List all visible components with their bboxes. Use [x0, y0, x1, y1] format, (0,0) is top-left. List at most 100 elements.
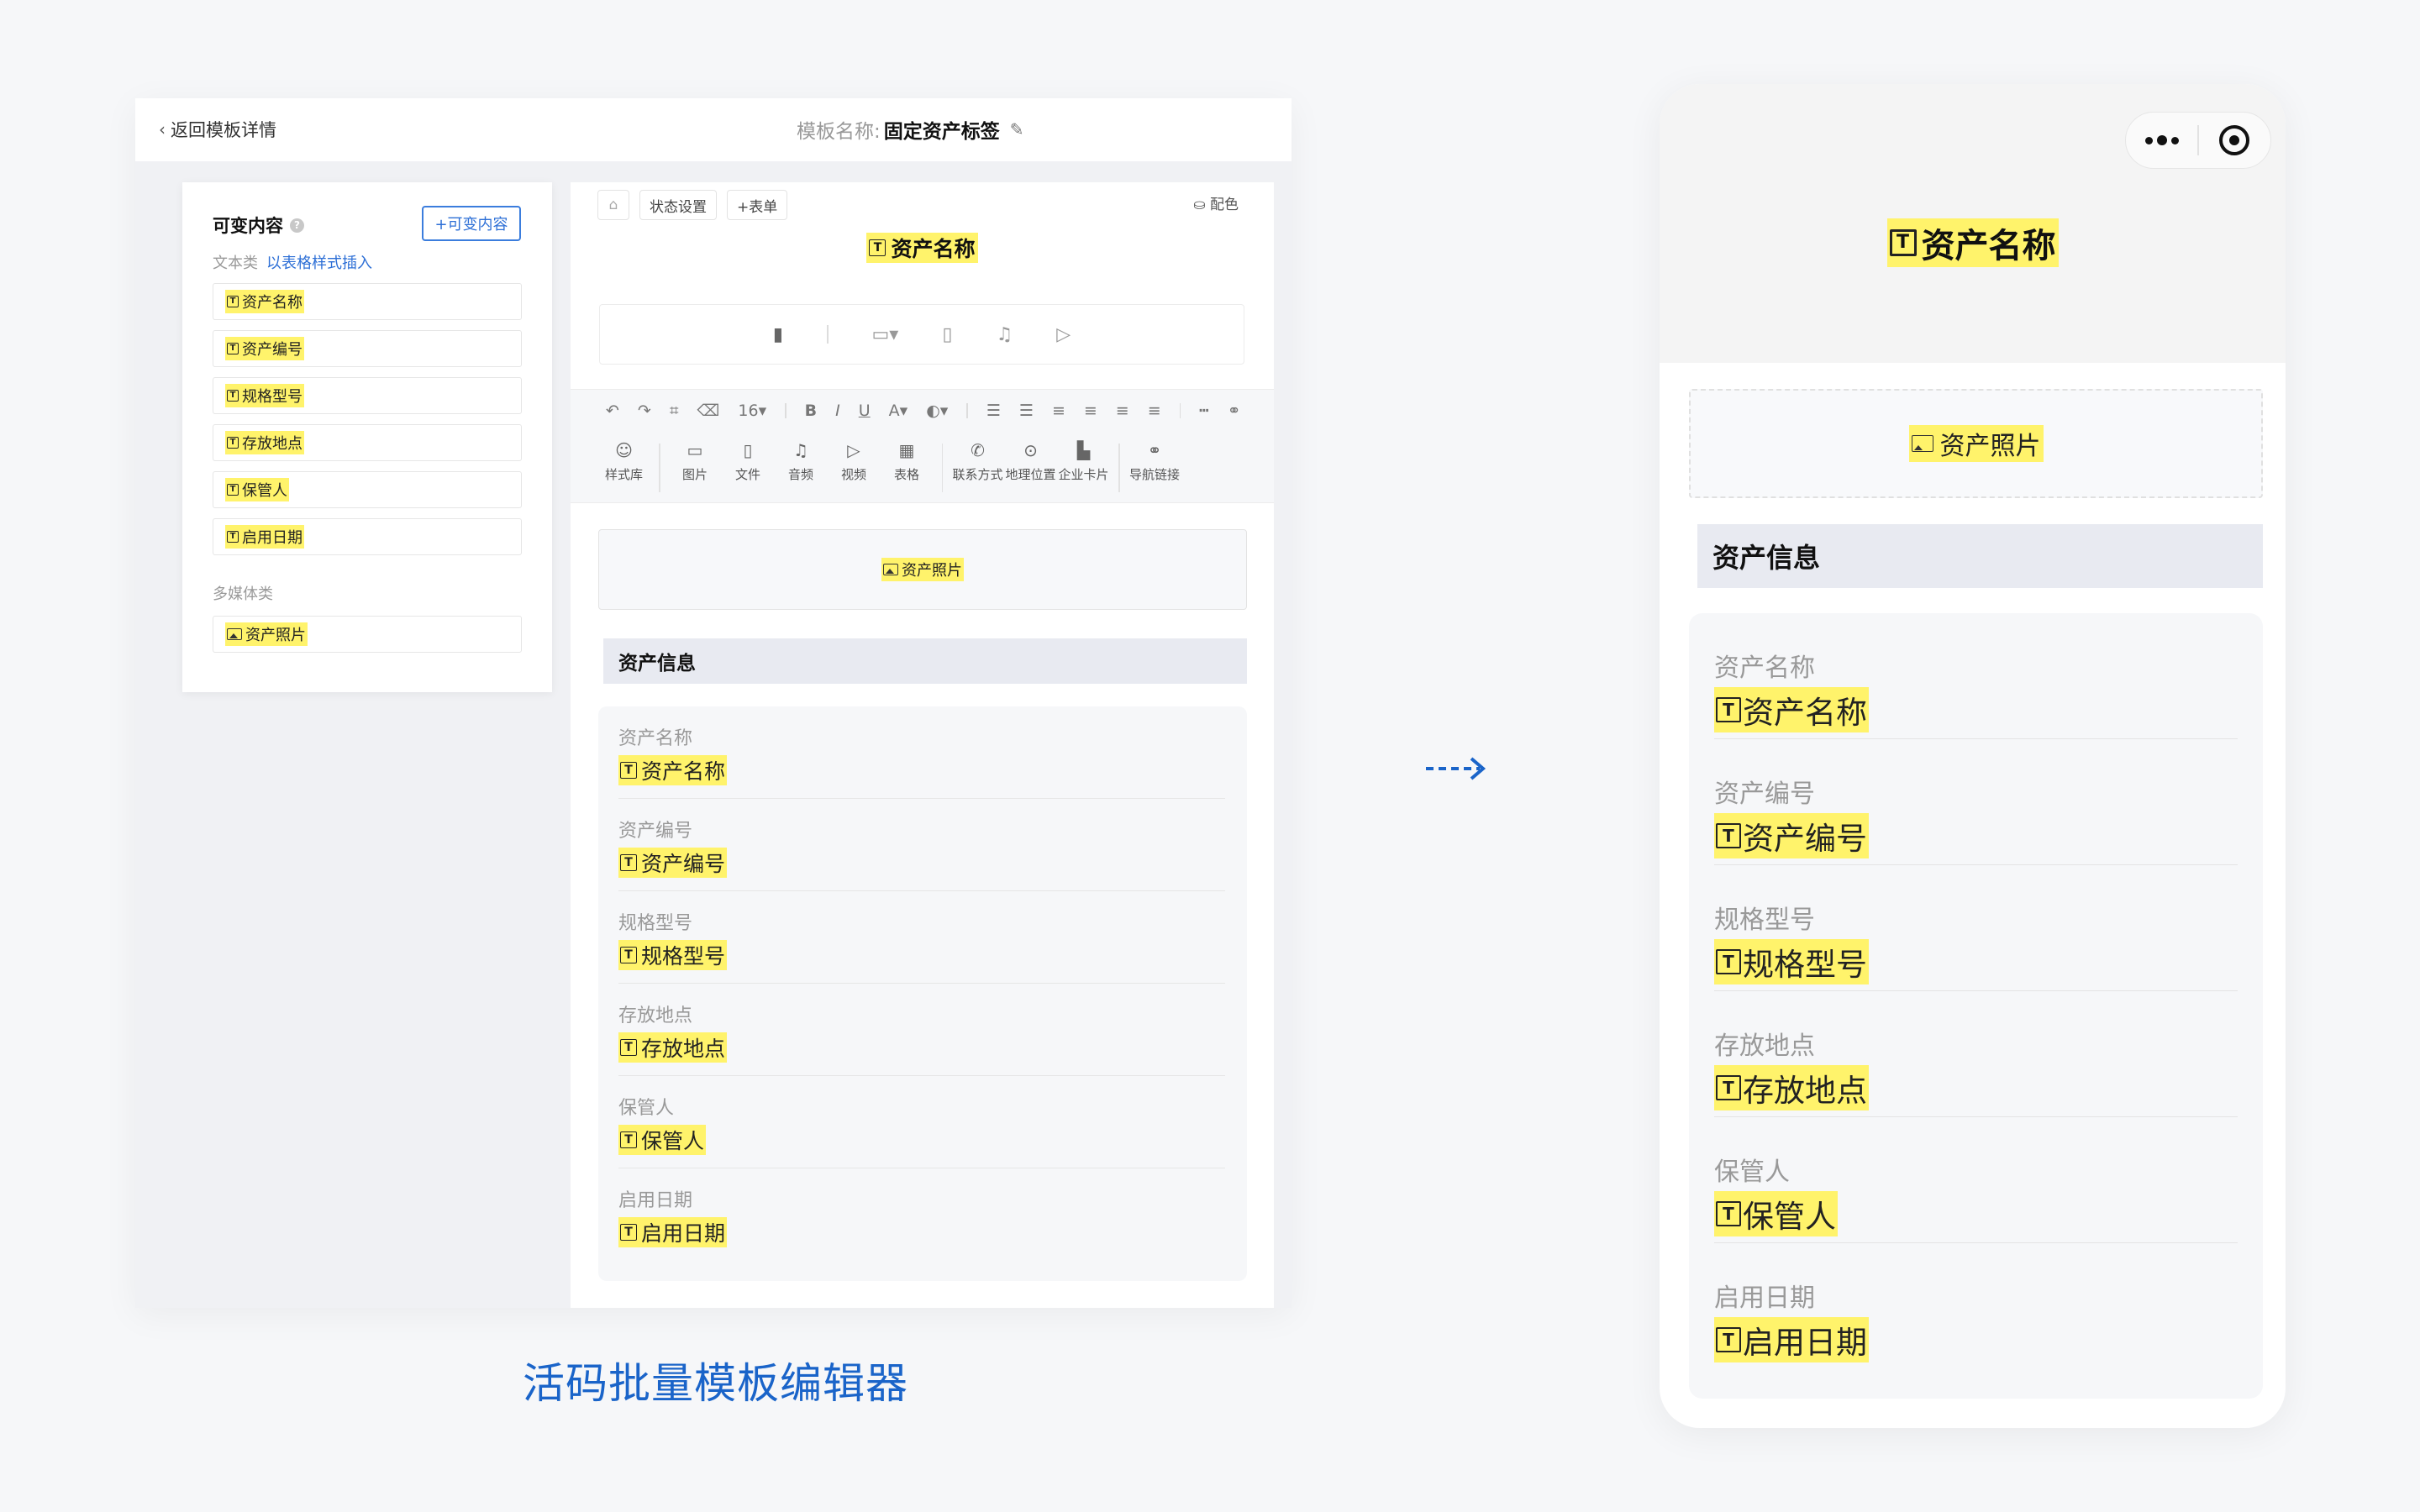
info-field[interactable]: 启用日期 T 启用日期	[618, 1168, 1225, 1261]
eraser-icon[interactable]: ⌫	[697, 402, 720, 420]
info-field[interactable]: 保管人 T 保管人	[618, 1076, 1225, 1168]
field-value: 规格型号	[1743, 947, 1867, 983]
align-center-icon[interactable]: ≡	[1084, 402, 1097, 420]
text-variable-icon: T	[1716, 949, 1741, 974]
text-variable-icon: T	[227, 296, 239, 307]
redo-icon[interactable]: ↷	[638, 402, 651, 420]
audio-tool[interactable]: ♫ 音频	[775, 440, 828, 483]
divider-line-icon[interactable]: ┅	[1199, 402, 1208, 420]
business-card-tool[interactable]: ▙ 企业卡片	[1057, 440, 1110, 483]
preview-info-card: 资产名称 T 资产名称 资产编号 T 资产编号 规格型号 T 规格型号 存放地点 T 存放地点 …	[1689, 613, 2263, 1399]
preview-section-heading: 资产信息	[1689, 524, 2263, 588]
building-icon: ▙	[1076, 440, 1091, 460]
info-field[interactable]: 规格型号 T 规格型号	[618, 891, 1225, 984]
divider	[1118, 444, 1120, 492]
more-menu-icon[interactable]	[2126, 113, 2197, 168]
link-icon[interactable]: ⚭	[1228, 402, 1241, 420]
variable-item[interactable]: T 资产名称	[213, 283, 522, 320]
tool-label: 视频	[840, 467, 866, 482]
video-tool[interactable]: ▷ 视频	[828, 440, 881, 483]
field-value: 资产编号	[641, 852, 726, 876]
divider	[1179, 403, 1181, 418]
cover-icon[interactable]: ▮	[773, 324, 783, 345]
add-variable-button[interactable]: +可变内容	[422, 206, 521, 241]
close-target-icon[interactable]	[2199, 113, 2270, 168]
music-icon[interactable]: ♫	[996, 324, 1013, 345]
variable-item[interactable]: T 规格型号	[213, 377, 522, 414]
field-label: 规格型号	[618, 913, 693, 934]
image-tool[interactable]: ▭ 图片	[669, 440, 722, 483]
field-value: 启用日期	[1743, 1325, 1867, 1361]
edit-pencil-icon[interactable]: ✎	[1010, 119, 1024, 139]
variable-label: 资产名称	[242, 294, 302, 312]
location-tool[interactable]: ⊙ 地理位置	[1004, 440, 1057, 483]
help-icon[interactable]: ?	[290, 218, 304, 233]
text-variable-icon: T	[227, 484, 239, 496]
font-color-icon[interactable]: A▾	[889, 402, 908, 420]
media-variable-item[interactable]: 资产照片	[213, 616, 522, 653]
title-variable-chip[interactable]: T 资产名称	[866, 233, 978, 263]
image-icon	[883, 564, 898, 575]
text-variable-icon: T	[227, 437, 239, 449]
divider	[659, 444, 660, 492]
bullet-list-icon[interactable]: ☰	[1019, 402, 1034, 420]
info-field[interactable]: 资产名称 T 资产名称	[618, 706, 1225, 799]
preview-field: 资产编号 T 资产编号	[1714, 739, 2238, 865]
field-label: 存放地点	[618, 1005, 693, 1026]
field-value: 存放地点	[641, 1037, 726, 1061]
italic-icon[interactable]: I	[835, 402, 840, 420]
bold-icon[interactable]: B	[805, 402, 817, 420]
format-painter-icon[interactable]: ⌗	[670, 402, 679, 420]
nav-link-tool[interactable]: ⚭ 导航链接	[1128, 440, 1181, 483]
text-variable-icon: T	[620, 947, 637, 963]
tool-label: 表格	[893, 467, 919, 482]
undo-icon[interactable]: ↶	[606, 402, 619, 420]
file-tool[interactable]: ▯ 文件	[722, 440, 775, 483]
ordered-list-icon[interactable]: ☰	[986, 402, 1001, 420]
text-variable-icon: T	[227, 343, 239, 354]
contact-tool[interactable]: ✆ 联系方式	[951, 440, 1004, 483]
dashed-arrow-icon	[1426, 757, 1486, 780]
info-field[interactable]: 资产编号 T 资产编号	[618, 799, 1225, 891]
text-variable-icon: T	[620, 762, 637, 779]
asset-photo-block[interactable]: 资产照片	[598, 529, 1247, 610]
image-icon: ▭	[687, 440, 703, 460]
photo-chip-label: 资产照片	[902, 562, 962, 580]
text-variable-icon: T	[620, 1131, 637, 1148]
underline-icon[interactable]: U	[859, 402, 871, 420]
font-size-select[interactable]: 16▾	[738, 402, 766, 420]
field-value: 资产名称	[641, 759, 726, 784]
palette-icon: ☺	[615, 440, 633, 460]
home-icon[interactable]: ⌂	[597, 190, 629, 220]
text-variable-icon: T	[1716, 823, 1741, 848]
align-right-icon[interactable]: ≡	[1116, 402, 1129, 420]
variable-item[interactable]: T 存放地点	[213, 424, 522, 461]
insert-as-table-link[interactable]: 以表格样式插入	[266, 255, 372, 272]
variable-item[interactable]: T 保管人	[213, 471, 522, 508]
asset-info-card: 资产名称 T 资产名称 资产编号 T 资产编号 规格型号 T 规格型号 存放地点 T 存放地点 …	[598, 706, 1247, 1281]
highlight-color-icon[interactable]: ◐▾	[926, 402, 948, 420]
preview-title-label: 资产名称	[1921, 227, 2056, 265]
template-name-value: 固定资产标签	[883, 121, 1000, 143]
tool-label: 导航链接	[1128, 467, 1180, 482]
image-icon[interactable]: ▭▾	[872, 324, 899, 345]
variable-item[interactable]: T 资产编号	[213, 330, 522, 367]
tool-label: 企业卡片	[1058, 467, 1109, 482]
back-to-template-detail-link[interactable]: ‹ 返回模板详情	[159, 117, 276, 142]
info-field[interactable]: 存放地点 T 存放地点	[618, 984, 1225, 1076]
status-settings-button[interactable]: 状态设置	[639, 190, 717, 220]
music-icon: ♫	[793, 440, 808, 460]
table-tool[interactable]: ▦ 表格	[881, 440, 934, 483]
variable-label: 规格型号	[242, 388, 302, 406]
variable-item[interactable]: T 启用日期	[213, 518, 522, 555]
text-group-label-row: 文本类 以表格样式插入	[213, 251, 372, 273]
video-icon[interactable]: ▷	[1056, 324, 1071, 345]
color-scheme-button[interactable]: ⛀ 配色	[1193, 192, 1239, 213]
file-icon[interactable]: ▯	[942, 324, 952, 345]
align-left-icon[interactable]: ≡	[1052, 402, 1065, 420]
style-library-tool[interactable]: ☺ 样式库	[597, 440, 650, 483]
section-heading[interactable]: 资产信息	[598, 638, 1247, 684]
add-form-button[interactable]: +表单	[727, 190, 788, 220]
variable-label: 存放地点	[242, 435, 302, 453]
justify-icon[interactable]: ≡	[1148, 402, 1161, 420]
